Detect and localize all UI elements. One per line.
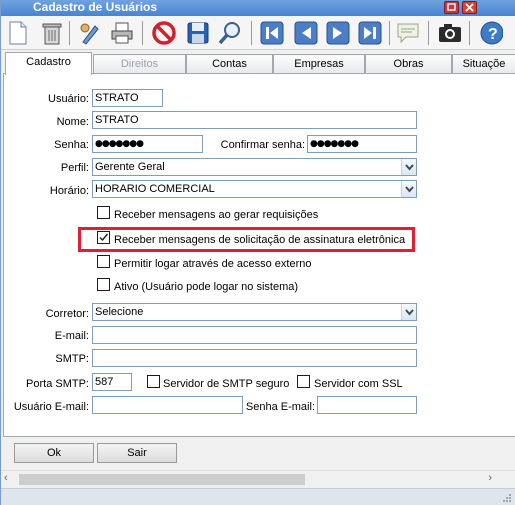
chevron-down-icon[interactable] [401, 159, 416, 175]
cancel-icon[interactable] [151, 20, 177, 46]
usuario-email-input[interactable] [92, 396, 243, 414]
receber-assinatura-label: Receber mensagens de solicitação de assi… [114, 234, 406, 246]
close-icon [465, 3, 474, 12]
tab-obras[interactable]: Obras [365, 54, 452, 74]
maximize-button[interactable] [444, 1, 459, 14]
corretor-value: Selecione [95, 306, 144, 318]
perfil-label: Perfil: [60, 162, 89, 174]
last-record-icon[interactable] [357, 20, 383, 46]
smtp-ssl-label: Servidor com SSL [314, 378, 403, 390]
confirmar-senha-label: Confirmar senha: [220, 139, 305, 151]
chevron-down-icon[interactable] [401, 181, 416, 197]
sair-button[interactable]: Sair [97, 443, 177, 463]
senha-email-input[interactable] [317, 396, 417, 414]
svg-text:?: ? [488, 26, 498, 43]
status-bar [1, 488, 515, 505]
save-icon[interactable] [185, 20, 211, 46]
email-input[interactable] [92, 326, 417, 344]
perfil-value: Gerente Geral [95, 161, 165, 173]
print-icon[interactable] [109, 20, 135, 46]
smtp-label: SMTP: [55, 353, 89, 365]
corretor-select[interactable]: Selecione [92, 303, 417, 321]
perfil-select[interactable]: Gerente Geral [92, 158, 417, 176]
smtp-input[interactable] [92, 349, 417, 367]
resize-grip-icon[interactable] [502, 493, 512, 503]
chevron-down-icon[interactable] [401, 304, 416, 320]
nome-label: Nome: [56, 116, 89, 128]
corretor-label: Corretor: [45, 308, 89, 320]
acesso-externo-label: Permitir logar através de acesso externo [114, 258, 312, 270]
previous-record-icon[interactable] [293, 20, 319, 46]
smtp-seguro-checkbox[interactable] [147, 375, 160, 388]
user-registration-window: Cadastro de Usuários ? Cadastro Direitos… [0, 0, 515, 505]
horario-value: HORARIO COMERCIAL [95, 183, 215, 195]
receber-requisicoes-label: Receber mensagens ao gerar requisições [114, 209, 319, 221]
camera-icon[interactable] [437, 20, 463, 46]
acesso-externo-checkbox[interactable] [97, 255, 110, 268]
toolbar-separator [389, 21, 390, 45]
scrollbar-thumb[interactable] [19, 474, 305, 485]
tab-direitos[interactable]: Direitos [93, 54, 186, 74]
senha-label: Senha: [54, 139, 89, 151]
toolbar-separator [428, 21, 429, 45]
edit-icon[interactable] [77, 20, 103, 46]
tab-empresas[interactable]: Empresas [273, 54, 365, 74]
tab-situacoes[interactable]: Situaçõe [452, 54, 515, 74]
ativo-checkbox[interactable] [97, 278, 110, 291]
receber-requisicoes-checkbox[interactable] [97, 206, 110, 219]
porta-smtp-label: Porta SMTP: [26, 378, 89, 390]
ativo-label: Ativo (Usuário pode logar no sistema) [114, 281, 299, 293]
toolbar: ? [1, 16, 515, 50]
usuario-input[interactable]: STRATO [92, 89, 163, 107]
horizontal-scrollbar[interactable]: ‹ › [1, 470, 515, 487]
search-icon[interactable] [217, 20, 243, 46]
porta-smtp-input[interactable]: 587 [92, 373, 132, 391]
tab-contas[interactable]: Contas [186, 54, 273, 74]
confirmar-senha-input[interactable]: ●●●●●●● [307, 135, 417, 153]
receber-assinatura-checkbox[interactable] [97, 231, 110, 244]
maximize-icon [447, 3, 456, 11]
horario-label: Horário: [49, 185, 89, 197]
checkmark-icon [99, 233, 109, 242]
scroll-right-icon[interactable]: › [488, 472, 492, 484]
delete-icon[interactable] [39, 20, 65, 46]
comment-icon[interactable] [395, 20, 421, 46]
help-icon[interactable]: ? [477, 20, 504, 46]
tab-cadastro[interactable]: Cadastro [5, 52, 92, 75]
toolbar-separator [251, 21, 252, 45]
toolbar-separator [142, 21, 143, 45]
horario-select[interactable]: HORARIO COMERCIAL [92, 180, 417, 198]
close-button[interactable] [462, 1, 477, 14]
email-label: E-mail: [54, 330, 89, 342]
toolbar-separator [69, 21, 70, 45]
new-document-icon[interactable] [5, 20, 31, 46]
senha-input[interactable]: ●●●●●●● [92, 135, 203, 153]
toolbar-separator [469, 21, 470, 45]
usuario-label: Usuário: [48, 93, 89, 105]
smtp-ssl-checkbox[interactable] [297, 375, 310, 388]
smtp-seguro-label: Servidor de SMTP seguro [163, 378, 290, 390]
ok-button[interactable]: Ok [14, 443, 94, 463]
window-title: Cadastro de Usuários [33, 0, 158, 14]
senha-email-label: Senha E-mail: [245, 401, 315, 413]
next-record-icon[interactable] [325, 20, 351, 46]
usuario-email-label: Usuário E-mail: [13, 401, 89, 413]
nome-input[interactable]: STRATO [92, 111, 417, 129]
scroll-left-icon[interactable]: ‹ [4, 472, 8, 484]
tab-bar: Cadastro Direitos Contas Empresas Obras … [1, 52, 515, 75]
first-record-icon[interactable] [259, 20, 285, 46]
title-bar: Cadastro de Usuários [1, 0, 515, 16]
